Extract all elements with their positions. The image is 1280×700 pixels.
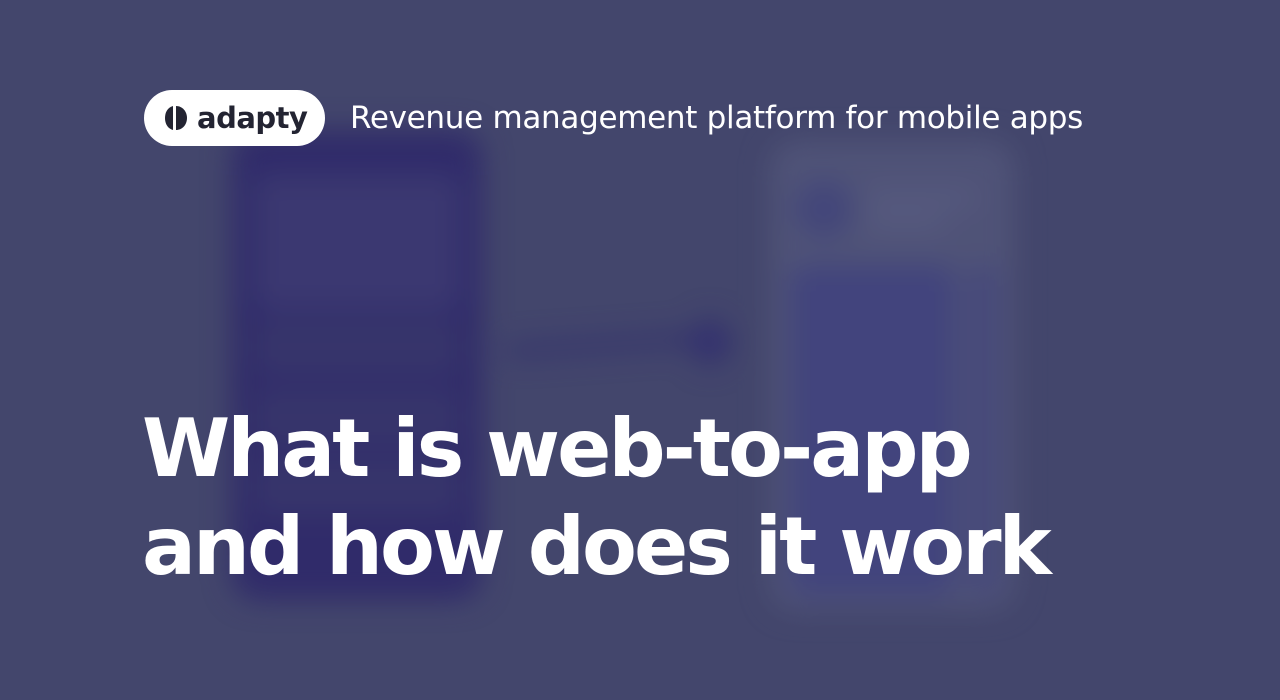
hero-banner: adapty Revenue management platform for m… — [0, 0, 1280, 700]
page-title: What is web-to-app and how does it work — [142, 400, 1052, 596]
tagline: Revenue management platform for mobile a… — [350, 100, 1084, 136]
header: adapty Revenue management platform for m… — [144, 90, 1083, 146]
title-line-2: and how does it work — [142, 500, 1052, 593]
logo-text: adapty — [197, 101, 308, 135]
adapty-logo-icon — [165, 106, 187, 130]
title-line-1: What is web-to-app — [142, 402, 973, 495]
adapty-logo: adapty — [144, 90, 325, 146]
